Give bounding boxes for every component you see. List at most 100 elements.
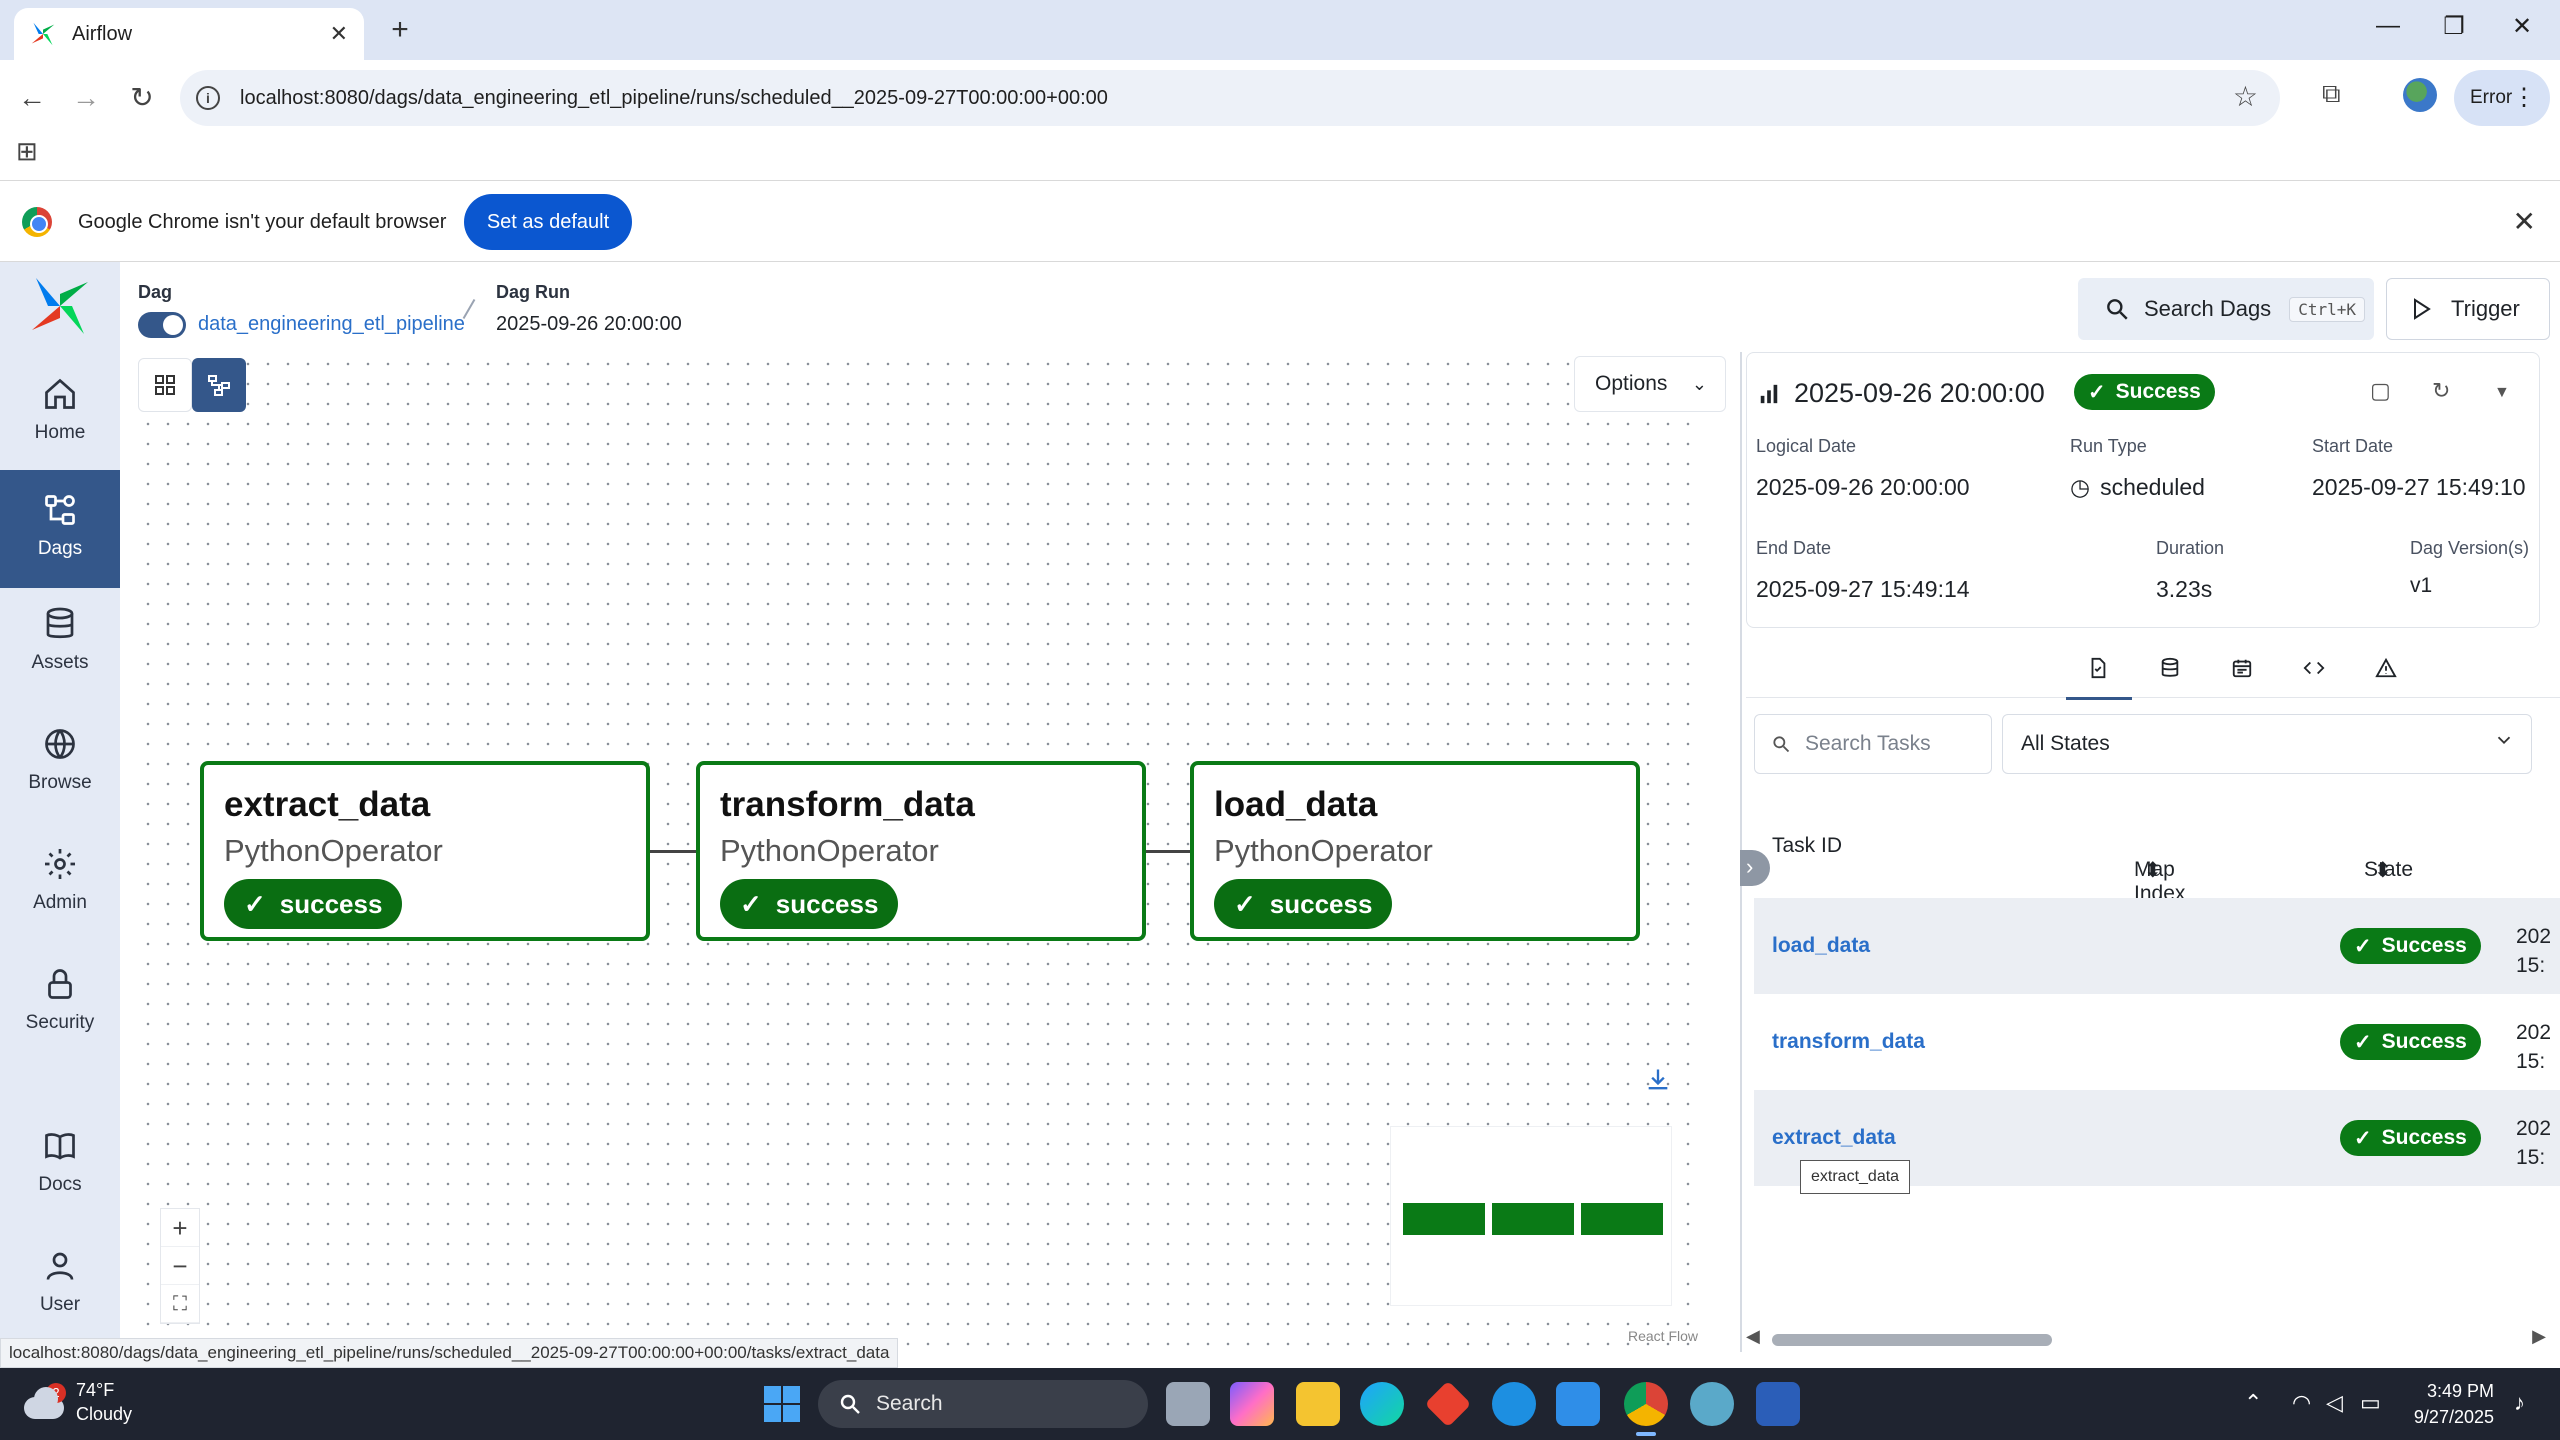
task-id-link[interactable]: load_data [1772, 934, 1870, 958]
taskbar-search[interactable]: Search [818, 1380, 1148, 1428]
airflow-logo-icon[interactable] [30, 276, 90, 336]
scrollbar-thumb[interactable] [1772, 1334, 2052, 1346]
sidebar-item-dags[interactable]: Dags [0, 470, 120, 588]
task-node-extract-data[interactable]: extract_data PythonOperator ✓ success [200, 761, 650, 941]
browser-tab[interactable]: Airflow ✕ [14, 8, 364, 60]
cast-icon[interactable]: ⧉ [2322, 78, 2341, 110]
fit-view-icon[interactable]: ⛶ [161, 1285, 199, 1323]
table-row[interactable]: load_data ✓ Success 202 15: [1754, 898, 2560, 994]
column-task-id[interactable]: Task ID [1772, 834, 1842, 858]
sidebar-item-docs[interactable]: Docs [0, 1106, 120, 1224]
infobar-close-icon[interactable]: ✕ [2513, 205, 2536, 238]
task-node-load-data[interactable]: load_data PythonOperator ✓ success [1190, 761, 1640, 941]
tab-warnings[interactable] [2366, 648, 2406, 688]
task-node-transform-data[interactable]: transform_data PythonOperator ✓ success [696, 761, 1146, 941]
tray-chevron-icon[interactable]: ⌃ [2244, 1390, 2262, 1416]
git-icon[interactable] [1424, 1380, 1472, 1428]
table-horizontal-scrollbar[interactable]: ◀ ▶ [1746, 1326, 2546, 1352]
browser-toolbar: ← → ↻ i localhost:8080/dags/data_enginee… [0, 60, 2560, 188]
menu-kebab-icon[interactable]: ⋮ [2512, 70, 2536, 126]
grid-view-button[interactable] [138, 358, 192, 412]
react-flow-attribution[interactable]: React Flow [1628, 1328, 1698, 1344]
chrome-taskbar-icon[interactable] [1624, 1382, 1668, 1436]
docker-icon[interactable] [1492, 1382, 1536, 1426]
task-id-link[interactable]: transform_data [1772, 1030, 1925, 1054]
search-tasks-input[interactable]: Search Tasks [1754, 714, 1992, 774]
refresh-icon[interactable]: ↻ [2432, 378, 2450, 404]
search-icon [1773, 736, 1790, 753]
scroll-right-icon[interactable]: ▶ [2532, 1326, 2546, 1347]
end-date-label: End Date [1756, 538, 1832, 558]
tab-close-icon[interactable]: ✕ [330, 21, 348, 47]
forward-icon[interactable]: → [66, 78, 106, 118]
globe-app-icon[interactable] [1690, 1382, 1734, 1426]
battery-icon[interactable]: ▭ [2360, 1390, 2381, 1416]
task-view-icon[interactable] [1166, 1382, 1210, 1426]
apps-grid-icon[interactable]: ⊞ [16, 136, 38, 167]
weather-widget[interactable]: 2 74°F Cloudy [22, 1378, 132, 1426]
tab-assets[interactable] [2150, 648, 2190, 688]
search-icon [840, 1394, 860, 1414]
task-node-operator: PythonOperator [224, 833, 443, 868]
download-icon[interactable] [1644, 1066, 1672, 1094]
system-clock[interactable]: 3:49 PM 9/27/2025 [2404, 1378, 2494, 1430]
set-as-default-button[interactable]: Set as default [464, 194, 632, 250]
zoom-in-icon[interactable]: + [161, 1209, 199, 1247]
vscode-icon[interactable] [1556, 1382, 1600, 1426]
copilot-icon[interactable] [1230, 1382, 1274, 1426]
back-icon[interactable]: ← [12, 78, 52, 118]
airflow-sidebar: Home Dags Assets Browse Admin Security D… [0, 262, 120, 1366]
graph-minimap[interactable] [1390, 1126, 1672, 1306]
profile-avatar[interactable] [2403, 78, 2437, 112]
zoom-controls: + − ⛶ [160, 1208, 200, 1324]
task-node-state-badge: ✓ success [720, 879, 899, 929]
address-bar[interactable]: i localhost:8080/dags/data_engineering_e… [180, 70, 2280, 126]
states-filter-select[interactable]: All States [2002, 714, 2532, 774]
sidebar-item-security[interactable]: Security [0, 944, 120, 1062]
site-info-icon[interactable]: i [196, 86, 220, 110]
task-node-name: load_data [1214, 785, 1378, 824]
task-date-line: 202 [2516, 925, 2552, 948]
sidebar-item-admin[interactable]: Admin [0, 824, 120, 942]
graph-view-button[interactable] [192, 358, 246, 412]
task-id-link[interactable]: extract_data [1772, 1126, 1896, 1150]
home-icon [45, 378, 75, 409]
sidebar-item-home[interactable]: Home [0, 354, 120, 472]
table-row[interactable]: transform_data ✓ Success 202 15: [1754, 994, 2560, 1090]
options-dropdown[interactable]: Options ⌄ [1574, 356, 1726, 412]
clear-run-icon[interactable]: ▢ [2370, 378, 2391, 404]
word-icon[interactable] [1756, 1382, 1800, 1426]
task-id-tooltip: extract_data [1800, 1160, 1911, 1194]
scroll-left-icon[interactable]: ◀ [1746, 1326, 1760, 1347]
breadcrumb-separator [462, 298, 476, 320]
notifications-bell-icon[interactable]: ♪ [2514, 1390, 2525, 1416]
search-dags-button[interactable]: Search Dags Ctrl+K [2078, 278, 2374, 340]
close-window-icon[interactable]: ✕ [2502, 12, 2542, 41]
new-tab-button[interactable]: + [380, 12, 420, 52]
url-text[interactable]: localhost:8080/dags/data_engineering_etl… [240, 87, 1108, 110]
sidebar-item-user[interactable]: User [0, 1226, 120, 1344]
reload-icon[interactable]: ↻ [122, 78, 162, 118]
profile-error-button[interactable]: Error ⋮ [2454, 70, 2550, 126]
zoom-out-icon[interactable]: − [161, 1247, 199, 1285]
start-button[interactable] [764, 1386, 800, 1422]
file-explorer-icon[interactable] [1296, 1382, 1340, 1426]
caret-down-icon[interactable]: ▼ [2494, 384, 2510, 402]
trigger-button[interactable]: Trigger [2386, 278, 2550, 340]
breadcrumb-dag-link[interactable]: data_engineering_etl_pipeline [198, 313, 465, 336]
tab-task-instances[interactable] [2066, 648, 2132, 700]
end-date-value: 2025-09-27 15:49:14 [1756, 576, 1970, 602]
volume-icon[interactable]: ◁ [2326, 1390, 2343, 1416]
wifi-icon[interactable]: ◠ [2292, 1390, 2311, 1416]
edge-icon[interactable] [1360, 1382, 1404, 1426]
sidebar-item-assets[interactable]: Assets [0, 584, 120, 702]
dag-pause-toggle[interactable] [138, 312, 186, 338]
task-date-cell: 202 15: [2516, 922, 2560, 980]
sidebar-item-browse[interactable]: Browse [0, 704, 120, 822]
collapse-panel-button[interactable]: › [1740, 850, 1770, 886]
minimize-icon[interactable]: — [2368, 12, 2408, 40]
tab-events[interactable] [2222, 648, 2262, 688]
bookmark-star-icon[interactable]: ☆ [2233, 80, 2258, 113]
restore-icon[interactable]: ❐ [2434, 12, 2474, 41]
tab-code[interactable] [2294, 648, 2334, 688]
